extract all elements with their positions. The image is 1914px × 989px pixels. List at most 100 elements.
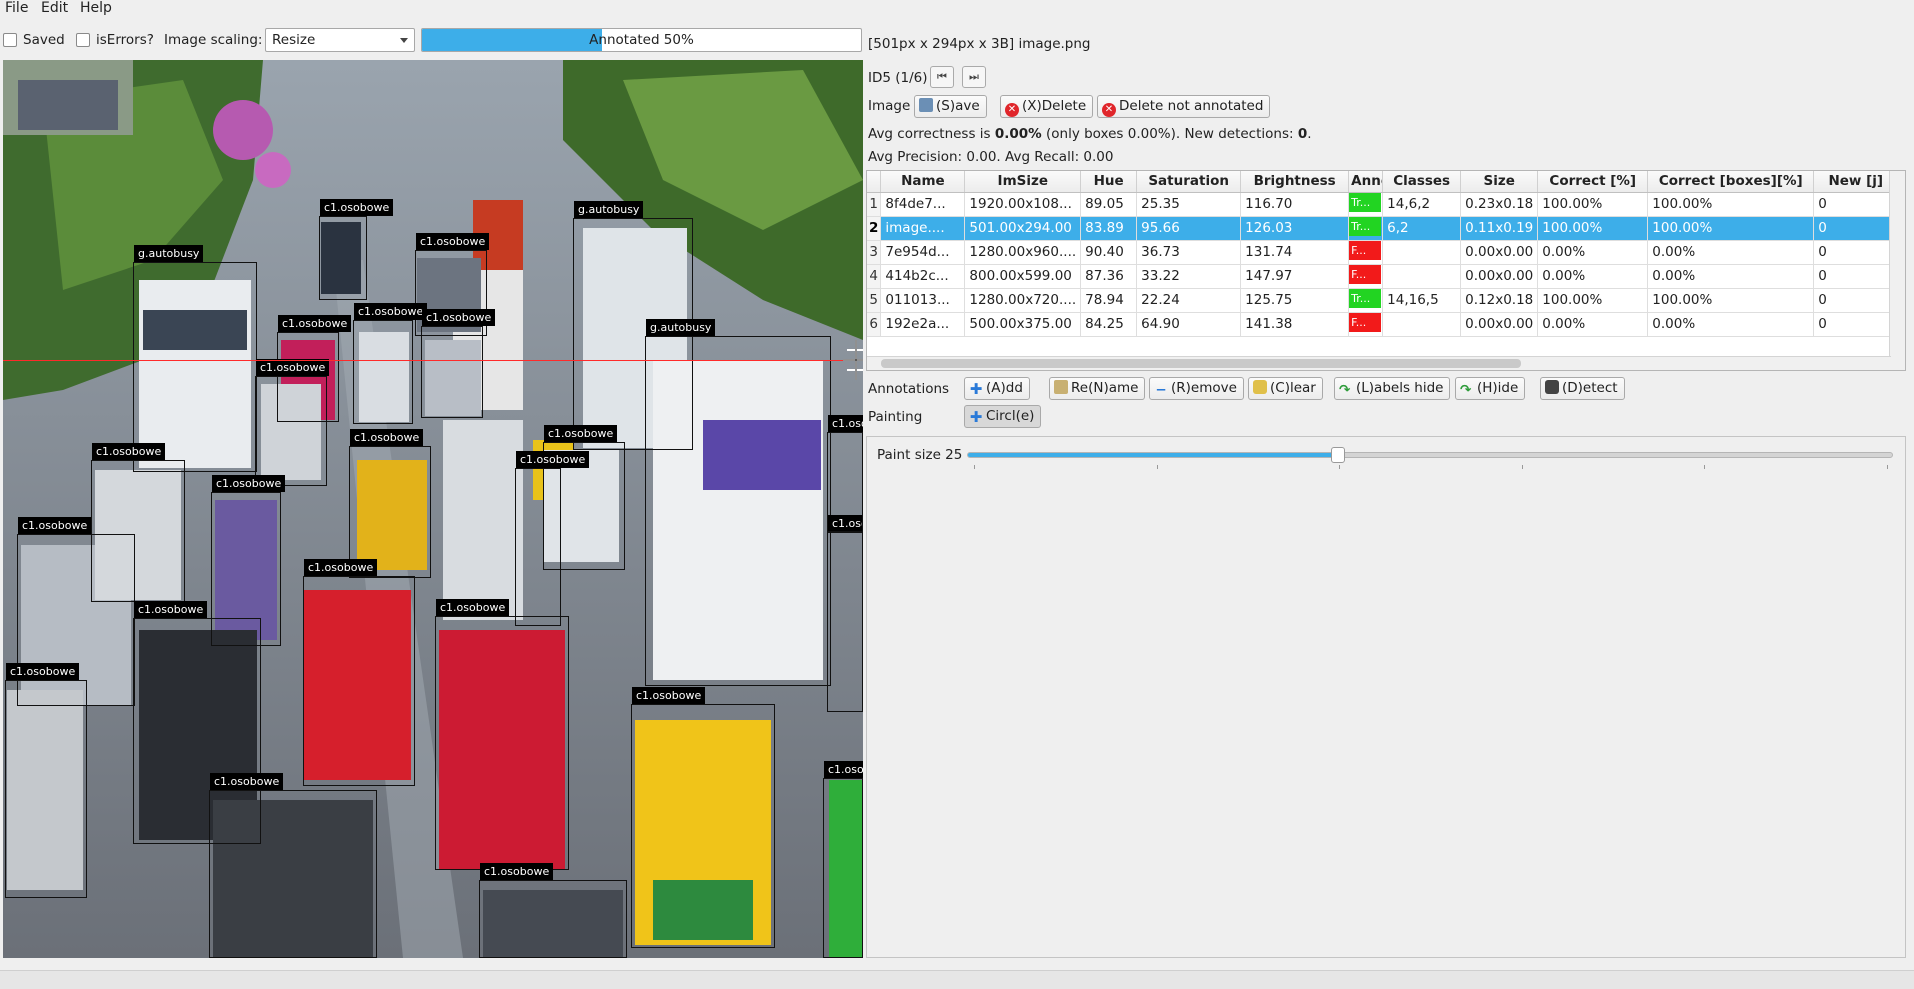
paint-size-label: Paint size 25 — [877, 447, 963, 463]
annotation-box[interactable]: c1.osobowe — [823, 761, 863, 958]
row-number[interactable]: 3 — [867, 240, 882, 265]
table-row[interactable]: 5 011013... 1280.00x720.... 78.94 22.24 125.7… — [867, 288, 1905, 313]
table-cell-hue: 90.40 — [1080, 240, 1138, 265]
annotation-box[interactable]: c1.osobowe — [209, 773, 377, 958]
images-table[interactable]: NameImSizeHueSaturationBrightnessAnnotat… — [866, 170, 1906, 371]
table-row[interactable]: 1 8f4de7... 1920.00x108... 89.05 25.35 116.70… — [867, 192, 1905, 217]
annotation-box[interactable]: c1.osobowe — [479, 863, 627, 958]
annotation-box[interactable]: g.autobusy — [645, 319, 831, 686]
column-header[interactable]: Hue — [1080, 171, 1138, 193]
table-cell-size: 0.00x0.00 — [1460, 264, 1539, 289]
delete-not-annotated-button[interactable]: ✕ Delete not annotated — [1097, 95, 1271, 118]
first-image-button[interactable]: ⏮ — [930, 66, 954, 88]
delete-icon: ✕ — [1005, 103, 1019, 117]
column-header[interactable]: Brightness — [1240, 171, 1350, 193]
row-number[interactable]: 2 — [867, 216, 882, 241]
annotation-box[interactable]: c1.osobowe — [319, 199, 394, 300]
row-number[interactable]: 4 — [867, 264, 882, 289]
annotation-box[interactable]: c1.osobowe — [255, 359, 330, 486]
annotation-box[interactable]: c1.osobowe — [827, 515, 863, 712]
table-cell-correct_boxes: 100.00% — [1647, 192, 1815, 217]
annotation-box[interactable]: c1.osobowe — [5, 663, 87, 898]
add-annotation-button[interactable]: ✚ (A)dd — [964, 377, 1030, 400]
column-header[interactable]: New [j] — [1813, 171, 1899, 193]
annotation-label: c1.osobowe — [480, 863, 554, 880]
annotation-box[interactable]: c1.osobowe — [631, 687, 775, 948]
delete-button[interactable]: ✕ (X)Delete — [1000, 95, 1094, 118]
table-cell-classes — [1382, 240, 1462, 265]
column-header[interactable]: Correct [boxes][%] — [1647, 171, 1815, 193]
table-cell-correct: 0.00% — [1537, 240, 1649, 265]
column-header[interactable]: ImSize — [964, 171, 1082, 193]
annotation-box[interactable]: c1.osobowe — [827, 415, 863, 532]
annotation-box[interactable]: g.autobusy — [133, 245, 257, 472]
table-cell-size: 0.00x0.00 — [1460, 312, 1539, 337]
menu-file[interactable]: File — [5, 0, 28, 18]
image-info: [501px x 294px x 3B] image.png — [868, 36, 1091, 52]
table-cell-bright: 131.74 — [1240, 240, 1350, 265]
table-cell-name: 192e2a... — [880, 312, 966, 337]
image-scaling-label: Image scaling: — [164, 32, 263, 48]
image-canvas[interactable]: g.autobusy c1.osobowe c1.osobowe g.autobusy… — [3, 60, 863, 958]
column-header[interactable]: Classes — [1382, 171, 1462, 193]
row-number[interactable]: 1 — [867, 192, 882, 217]
menu-help[interactable]: Help — [80, 0, 112, 18]
crosshair-cursor-icon — [843, 340, 863, 380]
table-cell-size: 0.23x0.18 — [1460, 192, 1539, 217]
column-header[interactable]: Saturation — [1136, 171, 1242, 193]
annotation-box[interactable]: c1.osobowe — [435, 599, 569, 870]
table-row[interactable]: 2 image.... 501.00x294.00 83.89 95.66 126.03 T… — [867, 216, 1905, 241]
column-header[interactable]: Size — [1460, 171, 1539, 193]
remove-annotation-button[interactable]: − (R)emove — [1149, 377, 1244, 400]
table-cell-correct_boxes: 0.00% — [1647, 312, 1815, 337]
broom-icon — [1253, 380, 1267, 394]
table-cell-new: 0 — [1813, 216, 1899, 241]
detect-button[interactable]: (D)etect — [1540, 377, 1625, 400]
last-image-icon: ⏭ — [969, 70, 979, 83]
annotation-label: c1.osobowe — [134, 601, 208, 618]
row-number[interactable]: 6 — [867, 312, 882, 337]
column-header[interactable]: Correct [%] — [1537, 171, 1649, 193]
table-row[interactable]: 4 414b2c... 800.00x599.00 87.36 33.22 147.97 F… — [867, 264, 1905, 289]
menu-edit[interactable]: Edit — [41, 0, 68, 18]
table-cell-hue: 78.94 — [1080, 288, 1138, 313]
annotation-box[interactable]: c1.osobowe — [515, 451, 590, 626]
horizontal-scrollbar[interactable] — [867, 356, 1891, 370]
table-row[interactable]: 6 192e2a... 500.00x375.00 84.25 64.90 141.38 F… — [867, 312, 1905, 337]
annotation-label: c1.osobowe — [824, 761, 863, 778]
image-scaling-select[interactable]: Resize — [265, 28, 415, 52]
column-header[interactable]: Annotat — [1348, 171, 1384, 193]
hide-annotations-button[interactable]: ↷ (H)ide — [1455, 377, 1526, 400]
painting-label: Painting — [868, 409, 923, 425]
annotation-label: c1.osobowe — [544, 425, 618, 442]
table-cell-name: 7e954d... — [880, 240, 966, 265]
labels-hide-icon: ↷ — [1339, 382, 1351, 398]
annotation-label: c1.osobowe — [416, 233, 490, 250]
is-errors-checkbox[interactable] — [76, 33, 90, 47]
table-corner — [867, 171, 882, 193]
slider-handle[interactable] — [1330, 447, 1345, 463]
table-cell-size: 0.00x0.00 — [1460, 240, 1539, 265]
table-row[interactable]: 3 7e954d... 1280.00x960.... 90.40 36.73 131.7… — [867, 240, 1905, 265]
table-cell-new: 0 — [1813, 312, 1899, 337]
annotation-box[interactable]: c1.osobowe — [353, 303, 428, 424]
labels-hide-button[interactable]: ↷ (L)abels hide — [1334, 377, 1451, 400]
saved-checkbox[interactable] — [3, 33, 17, 47]
table-cell-sat: 95.66 — [1136, 216, 1242, 241]
paint-size-slider[interactable] — [967, 447, 1893, 463]
last-image-button[interactable]: ⏭ — [962, 66, 986, 88]
annotation-label: c1.osobowe — [422, 309, 496, 326]
clear-annotations-button[interactable]: (C)lear — [1248, 377, 1323, 400]
annotation-progress-bar: Annotated 50% — [421, 28, 862, 52]
vertical-scrollbar[interactable] — [1889, 171, 1905, 370]
column-header[interactable]: Name — [880, 171, 966, 193]
rename-annotation-button[interactable]: Re(N)ame — [1049, 377, 1146, 400]
annotation-box[interactable]: c1.osobowe — [421, 309, 496, 418]
annotated-status-chip: Tr... — [1349, 288, 1382, 308]
slider-tick — [1704, 465, 1706, 469]
table-cell-new: 0 — [1813, 288, 1899, 313]
row-number[interactable]: 5 — [867, 288, 882, 313]
save-button[interactable]: (S)ave — [914, 95, 987, 118]
annotation-box[interactable]: c1.osobowe — [303, 559, 415, 786]
circle-tool-button[interactable]: ✚ Circl(e) — [964, 405, 1042, 428]
